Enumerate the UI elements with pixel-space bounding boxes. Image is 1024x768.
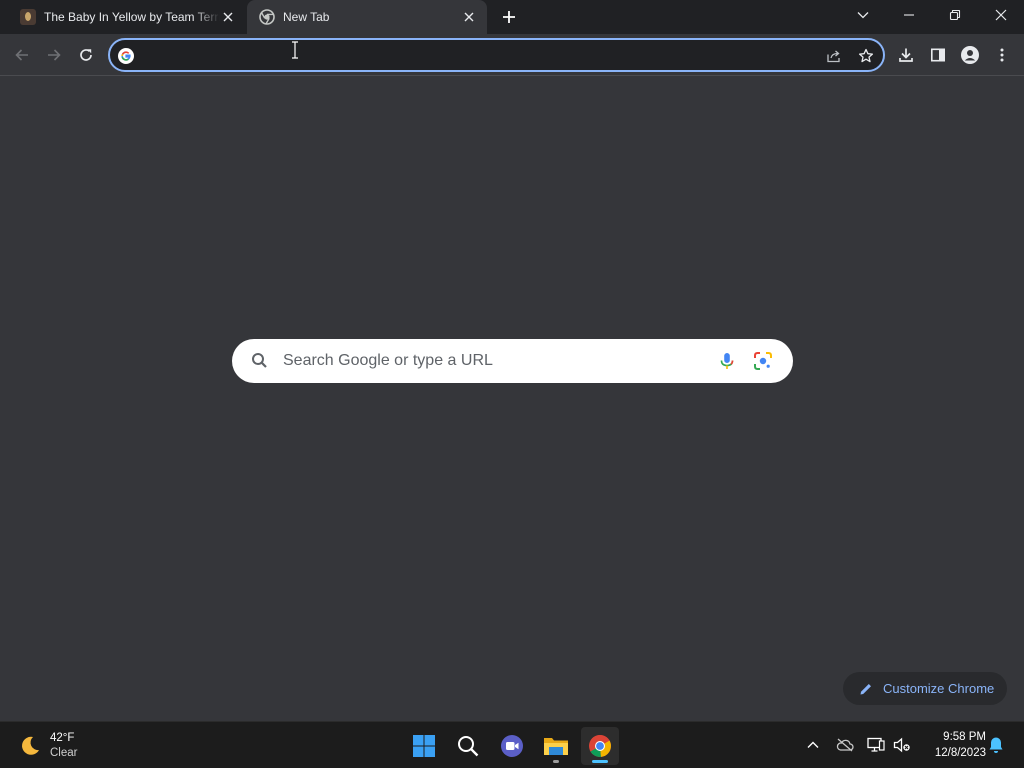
weather-condition: Clear — [50, 747, 78, 759]
notifications-button[interactable] — [986, 734, 1006, 756]
volume-status[interactable] — [892, 734, 912, 756]
taskbar-search-button[interactable] — [449, 727, 487, 765]
weather-temperature: 42°F — [50, 732, 75, 744]
minimize-button[interactable] — [886, 0, 932, 30]
omnibox-input[interactable] — [144, 46, 804, 66]
tab-baby-in-yellow[interactable]: The Baby In Yellow by Team Terrible — [8, 0, 246, 34]
close-tab-icon[interactable] — [220, 9, 236, 25]
arrow-right-icon — [48, 49, 61, 61]
search-icon — [458, 736, 479, 757]
ntp-search-input[interactable] — [283, 350, 703, 372]
pencil-icon — [860, 683, 871, 694]
close-icon — [995, 9, 1007, 21]
windows-logo-icon — [413, 735, 435, 757]
clock-time: 9:58 PM — [943, 731, 986, 743]
address-bar[interactable] — [108, 38, 885, 72]
restore-button[interactable] — [932, 0, 978, 30]
start-button[interactable] — [405, 727, 443, 765]
close-tab-icon[interactable] — [461, 9, 477, 25]
chrome-favicon-icon — [259, 9, 275, 25]
voice-search-mic-icon[interactable] — [717, 351, 737, 371]
google-lens-icon[interactable] — [753, 351, 773, 371]
reload-icon — [80, 49, 92, 61]
close-window-button[interactable] — [978, 0, 1024, 30]
taskbar-file-explorer[interactable] — [537, 727, 575, 765]
onedrive-status[interactable] — [835, 734, 855, 756]
tab-title: New Tab — [283, 10, 330, 24]
taskbar-clock[interactable]: 9:58 PM 12/8/2023 — [918, 729, 986, 761]
google-g-icon — [116, 46, 136, 66]
reload-button[interactable] — [72, 41, 100, 69]
folder-icon — [544, 738, 568, 755]
side-panel-icon — [930, 48, 945, 62]
moon-icon — [22, 736, 39, 755]
show-hidden-icons-button[interactable] — [803, 734, 823, 756]
customize-chrome-label: Customize Chrome — [883, 681, 995, 696]
chevron-up-icon — [807, 741, 819, 748]
tab-new-tab[interactable]: New Tab — [247, 0, 487, 34]
tab-strip: The Baby In Yellow by Team Terrible New … — [0, 0, 1024, 34]
forward-button[interactable] — [40, 41, 68, 69]
chrome-menu-button[interactable] — [988, 41, 1016, 69]
profile-button[interactable] — [956, 41, 984, 69]
windows-taskbar: 42°F Clear 9:58 PM 12/8/2023 — [0, 721, 1024, 768]
running-indicator — [553, 760, 559, 763]
customize-chrome-button[interactable]: Customize Chrome — [843, 672, 1007, 705]
taskbar-chrome[interactable] — [581, 727, 619, 765]
weather-widget[interactable]: 42°F Clear — [18, 730, 77, 762]
download-icon — [899, 48, 913, 62]
back-button[interactable] — [8, 41, 36, 69]
more-vert-icon — [1000, 48, 1004, 62]
profile-avatar-icon — [961, 46, 979, 64]
chrome-icon — [589, 735, 611, 757]
downloads-button[interactable] — [892, 41, 920, 69]
active-indicator — [592, 760, 608, 763]
tab-title: The Baby In Yellow by Team Terrible — [44, 10, 220, 24]
network-status[interactable] — [866, 734, 886, 756]
bookmark-star-icon[interactable] — [856, 46, 876, 66]
new-tab-button[interactable] — [498, 6, 520, 28]
clock-date: 12/8/2023 — [934, 747, 986, 759]
network-icon — [867, 737, 885, 752]
plus-icon — [503, 11, 515, 23]
speaker-muted-icon — [893, 737, 910, 753]
restore-icon — [949, 9, 961, 21]
browser-toolbar — [0, 34, 1024, 76]
site-favicon-icon — [20, 9, 36, 25]
share-icon[interactable] — [824, 46, 844, 66]
text-cursor-icon — [292, 41, 298, 59]
bell-icon — [989, 737, 1003, 753]
ntp-search-box[interactable] — [232, 339, 793, 383]
minimize-icon — [904, 14, 914, 16]
tab-search-button[interactable] — [840, 0, 886, 30]
arrow-left-icon — [15, 49, 28, 61]
chevron-down-icon — [857, 12, 869, 19]
taskbar-meet-app[interactable] — [493, 727, 531, 765]
cloud-offline-icon — [836, 738, 854, 752]
search-icon — [252, 353, 267, 368]
side-panel-button[interactable] — [924, 41, 952, 69]
teams-meet-icon — [501, 735, 523, 757]
